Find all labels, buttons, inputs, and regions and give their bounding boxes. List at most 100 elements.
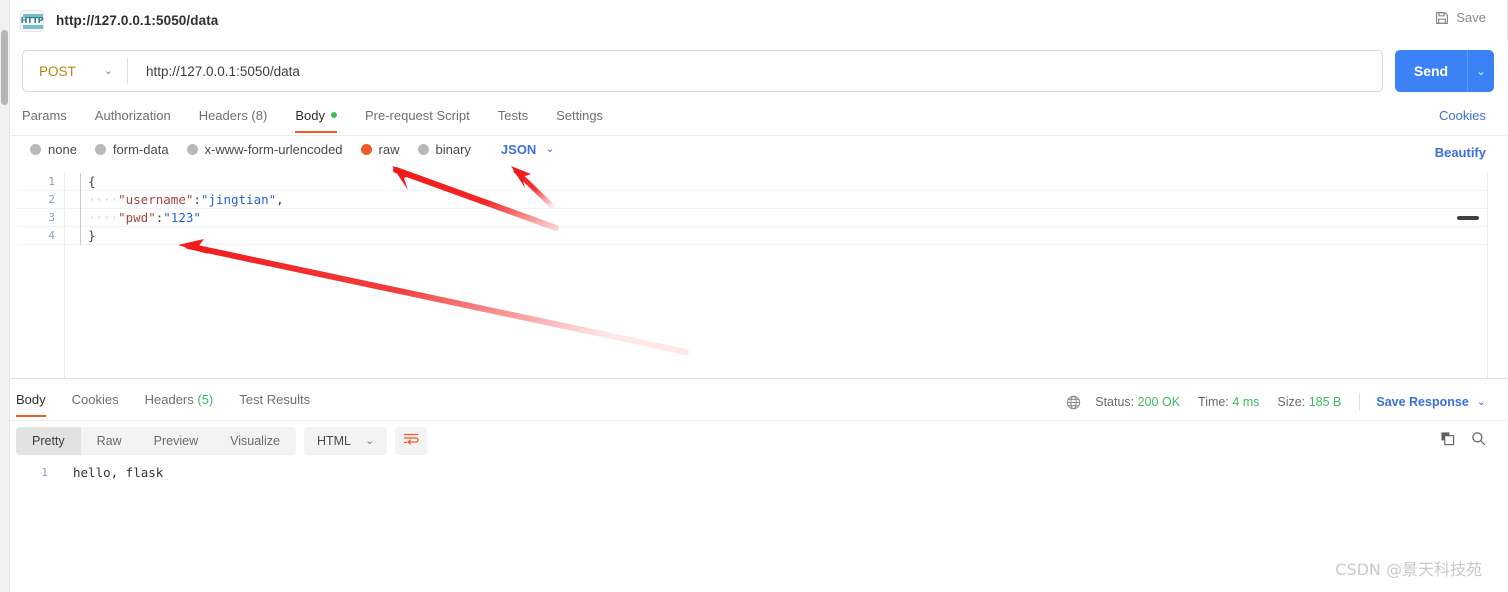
cookies-link[interactable]: Cookies: [1439, 108, 1486, 123]
response-time-value: 4 ms: [1232, 395, 1260, 409]
editor-line[interactable]: 3 ····"pwd":"123": [17, 209, 1487, 227]
view-mode-pretty[interactable]: Pretty: [16, 427, 81, 455]
tab-headers-label: Headers (8): [198, 108, 268, 123]
line-number: 4: [48, 229, 55, 242]
response-tab-test-results-label: Test Results: [239, 392, 311, 407]
response-tab-headers[interactable]: Headers (5): [145, 390, 214, 417]
response-tab-body[interactable]: Body: [16, 390, 46, 417]
beautify-link[interactable]: Beautify: [1435, 145, 1486, 160]
tab-body[interactable]: Body: [295, 104, 337, 133]
response-format-label: HTML: [316, 434, 351, 448]
url-bar-row: POST ⌄ http://127.0.0.1:5050/data Send ⌄: [22, 50, 1494, 92]
editor-line[interactable]: 4 }: [17, 227, 1487, 245]
wrap-lines-button[interactable]: [395, 427, 428, 455]
radio-form-data-icon: [94, 144, 106, 155]
search-button[interactable]: [1471, 431, 1486, 451]
request-tabs: Params Authorization Headers (8) Body Pr…: [22, 104, 631, 133]
tab-params-label: Params: [22, 108, 67, 123]
request-body-editor[interactable]: 1 { 2 ····"username":"jingtian", 3 ····"…: [17, 173, 1488, 378]
send-chevron-down-icon[interactable]: ⌄: [1468, 50, 1494, 92]
response-tab-cookies[interactable]: Cookies: [72, 390, 119, 417]
editor-horizontal-scrollbar[interactable]: [1457, 216, 1479, 220]
view-mode-raw[interactable]: Raw: [81, 427, 138, 455]
line-number: 1: [41, 465, 48, 479]
method-selector[interactable]: POST ⌄: [23, 51, 127, 91]
copy-button[interactable]: [1440, 431, 1455, 451]
body-type-none-label: none: [48, 142, 77, 157]
copy-icon: [1440, 431, 1455, 451]
chevron-down-icon: ⌄: [364, 434, 375, 447]
radio-raw-icon: [360, 144, 372, 155]
tab-authorization[interactable]: Authorization: [95, 104, 171, 133]
editor-fold-guide: [80, 173, 81, 245]
editor-line-4-text: }: [88, 227, 96, 243]
radio-urlencoded-icon: [186, 144, 198, 155]
chevron-down-icon: ⌄: [545, 143, 555, 155]
response-time: Time: 4 ms: [1198, 395, 1259, 409]
response-format-selector[interactable]: HTML ⌄: [303, 427, 388, 455]
save-button-label: Save: [1456, 10, 1486, 25]
line-number: 1: [48, 175, 55, 188]
tab-settings[interactable]: Settings: [556, 104, 603, 133]
window-scrollbar-thumb[interactable]: [1, 30, 8, 105]
tab-pre-request-script[interactable]: Pre-request Script: [365, 104, 470, 133]
response-status: Status: 200 OK: [1095, 395, 1180, 409]
line-number: 2: [48, 193, 55, 206]
response-status-value: 200 OK: [1137, 395, 1181, 409]
tab-params[interactable]: Params: [22, 104, 67, 133]
body-type-form-data-label: form-data: [112, 142, 169, 157]
window-scrollbar[interactable]: [0, 0, 10, 592]
request-tab-title[interactable]: http://127.0.0.1:5050/data: [56, 13, 218, 28]
meta-divider: [1359, 393, 1361, 411]
editor-lines: 1 { 2 ····"username":"jingtian", 3 ····"…: [17, 173, 1487, 245]
response-status-label: Status:: [1095, 395, 1135, 409]
response-size-value: 185 B: [1308, 395, 1342, 409]
method-label: POST: [39, 63, 76, 79]
editor-line[interactable]: 2 ····"username":"jingtian",: [17, 191, 1487, 209]
send-button[interactable]: Send ⌄: [1395, 50, 1494, 92]
body-type-binary-label: binary: [435, 142, 471, 157]
response-time-label: Time:: [1198, 395, 1229, 409]
tab-pre-request-script-label: Pre-request Script: [364, 108, 470, 123]
editor-bottom-divider: [10, 378, 1508, 379]
body-modified-dot-icon: [330, 112, 337, 118]
raw-format-label: JSON: [500, 142, 537, 157]
postman-window: HTTP http://127.0.0.1:5050/data Save POS…: [0, 0, 1508, 592]
body-type-raw-label: raw: [378, 142, 400, 157]
wrap-lines-icon: [403, 432, 419, 451]
line-number: 3: [48, 211, 55, 224]
body-type-urlencoded[interactable]: x-www-form-urlencoded: [186, 142, 343, 157]
chevron-down-icon: ⌄: [103, 64, 113, 77]
response-size: Size: 185 B: [1277, 395, 1341, 409]
response-body-line: 1 hello, flask: [10, 462, 1508, 482]
watermark: CSDN @景天科技苑: [1335, 560, 1482, 579]
view-mode-visualize[interactable]: Visualize: [214, 427, 296, 455]
view-mode-preview[interactable]: Preview: [138, 427, 214, 455]
save-response-button[interactable]: Save Response ⌄: [1376, 395, 1486, 409]
tab-headers[interactable]: Headers (8): [199, 104, 268, 133]
response-meta: Status: 200 OK Time: 4 ms Size: 185 B Sa…: [1066, 393, 1486, 411]
body-type-none[interactable]: none: [30, 142, 77, 157]
response-view-mode-group: Pretty Raw Preview Visualize: [16, 427, 296, 455]
response-size-label: Size:: [1277, 395, 1306, 409]
tab-authorization-label: Authorization: [94, 108, 171, 123]
url-input[interactable]: http://127.0.0.1:5050/data: [128, 64, 1382, 79]
body-type-urlencoded-label: x-www-form-urlencoded: [204, 142, 343, 157]
save-button[interactable]: Save: [1435, 10, 1486, 25]
json-value: "123": [163, 209, 201, 225]
json-colon: :: [193, 191, 201, 207]
raw-format-selector[interactable]: JSON ⌄: [501, 142, 555, 157]
response-tabs: Body Cookies Headers (5) Test Results: [16, 390, 336, 417]
body-type-form-data[interactable]: form-data: [94, 142, 169, 157]
body-type-raw[interactable]: raw: [360, 142, 400, 157]
body-type-options: none form-data x-www-form-urlencoded raw…: [30, 142, 555, 157]
editor-line[interactable]: 1 {: [17, 173, 1487, 191]
response-body[interactable]: 1 hello, flask: [10, 462, 1508, 592]
send-button-label: Send: [1413, 63, 1449, 79]
response-tab-test-results[interactable]: Test Results: [239, 390, 310, 417]
body-type-binary[interactable]: binary: [417, 142, 471, 157]
tab-tests[interactable]: Tests: [498, 104, 528, 133]
response-body-actions: [1440, 431, 1486, 451]
response-tabs-divider: [10, 420, 1508, 421]
save-response-label: Save Response: [1376, 395, 1469, 409]
